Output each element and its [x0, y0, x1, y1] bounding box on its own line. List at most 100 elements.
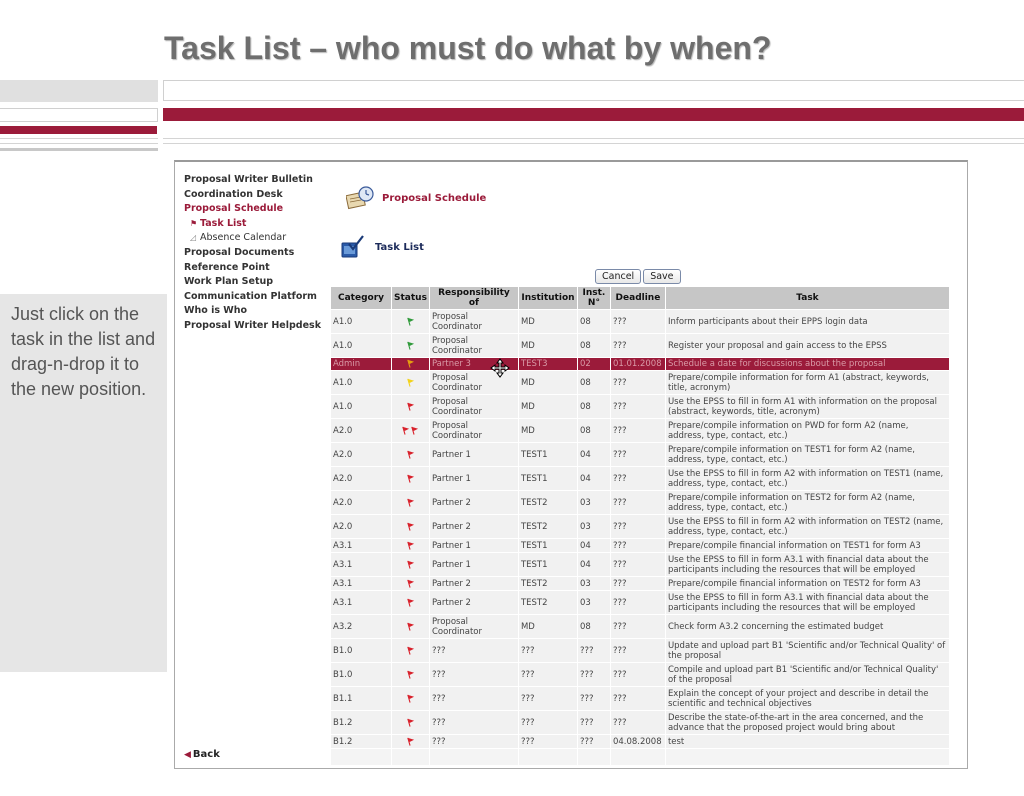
status-flag-icon — [406, 450, 415, 460]
status-flag-icon — [406, 598, 415, 608]
column-header[interactable]: Institution — [518, 287, 577, 309]
task-row[interactable]: A1.0 Proposal Coordinator MD 08??? Prepare/c… — [331, 371, 949, 394]
task-row[interactable]: A3.1 Partner 2 TEST2 03??? Use the EPSS to f… — [331, 591, 949, 614]
sidebar-item[interactable]: Communication Platform — [184, 290, 321, 305]
column-header[interactable]: Category — [331, 287, 391, 309]
task-row[interactable]: A1.0 Proposal Coordinator MD 08??? Inform pa… — [331, 310, 949, 333]
task-row[interactable]: A2.0 Proposal Coordinator MD 08??? Prepare/c… — [331, 419, 949, 442]
column-header[interactable]: Status — [392, 287, 429, 309]
status-cell — [392, 735, 429, 748]
task-row[interactable]: A3.1 Partner 1 TEST1 04??? Use the EPSS to f… — [331, 553, 949, 576]
sidebar-item-label: Absence Calendar — [200, 232, 287, 244]
cell-category: A2.0 — [331, 467, 391, 490]
status-cell — [392, 491, 429, 514]
cell-resp: Proposal Coordinator — [429, 615, 518, 638]
save-button[interactable]: Save — [643, 269, 681, 284]
sidebar-item[interactable]: Proposal Writer Bulletin — [184, 173, 321, 188]
status-flag-icon — [406, 498, 415, 508]
back-arrow-icon: ◀ — [184, 750, 191, 760]
checklist-icon — [341, 235, 364, 258]
cell-inst: ??? — [518, 735, 577, 748]
sidebar-item-label: Proposal Documents — [184, 246, 295, 258]
decor-accent-bar — [0, 126, 157, 134]
task-row[interactable]: B1.0???????????? Update and upload part B… — [331, 639, 949, 662]
sidebar-item[interactable]: Coordination Desk — [184, 188, 321, 203]
back-link[interactable]: ◀ Back — [184, 749, 220, 760]
cell-deadline: ??? — [610, 539, 665, 552]
status-flag-icon — [406, 317, 415, 327]
status-cell — [392, 358, 429, 370]
cell-deadline: ??? — [610, 711, 665, 734]
decor-line — [163, 138, 1024, 139]
cell-category: B1.0 — [331, 663, 391, 686]
task-row[interactable]: A1.0 Proposal Coordinator MD 08??? Use the E… — [331, 395, 949, 418]
status-cell — [392, 687, 429, 710]
cell-deadline: ??? — [610, 371, 665, 394]
sidebar-item[interactable]: Who is Who — [184, 304, 321, 319]
cell-task: Update and upload part B1 'Scientific an… — [665, 639, 949, 662]
column-header[interactable]: Task — [665, 287, 949, 309]
task-row[interactable]: A3.1 Partner 1 TEST1 04??? Prepare/compile f… — [331, 539, 949, 552]
sidebar-item[interactable]: ⚑ Task List — [184, 217, 321, 232]
task-row-selected[interactable]: Admin Partner 3 TEST3 02 01.01.2008 Schedule … — [331, 358, 949, 370]
decor-accent-bar — [163, 108, 1024, 121]
cell-deadline: ??? — [610, 577, 665, 590]
task-row[interactable]: A2.0 Partner 2 TEST2 03??? Prepare/compile i… — [331, 491, 949, 514]
status-cell — [392, 371, 429, 394]
status-cell — [392, 395, 429, 418]
cell-task: Prepare/compile information on TEST1 for… — [665, 443, 949, 466]
sidebar-item[interactable]: Work Plan Setup — [184, 275, 321, 290]
cell-category: A3.2 — [331, 615, 391, 638]
cell-inst: MD — [518, 310, 577, 333]
sidebar-item[interactable]: Reference Point — [184, 261, 321, 276]
sidebar-item[interactable]: Proposal Documents — [184, 246, 321, 261]
task-row[interactable]: A2.0 Partner 1 TEST1 04??? Use the EPSS to f… — [331, 467, 949, 490]
task-row[interactable]: A1.0 Proposal Coordinator MD 08??? Register … — [331, 334, 949, 357]
task-row[interactable]: B1.2???????????? Describe the state-of-th… — [331, 711, 949, 734]
sidebar-item-label: Proposal Writer Bulletin — [184, 174, 313, 185]
status-cell — [392, 467, 429, 490]
cell-resp: ??? — [429, 663, 518, 686]
form-actions: Cancel Save — [595, 269, 681, 284]
cell-inst: MD — [518, 334, 577, 357]
cell-resp: Partner 2 — [429, 591, 518, 614]
task-list-heading: Task List — [341, 235, 424, 259]
column-header[interactable]: Responsibility of — [429, 287, 518, 309]
cell-task: Check form A3.2 concerning the estimated… — [665, 615, 949, 638]
cell-task: Describe the state-of-the-art in the are… — [665, 711, 949, 734]
sidebar-item-label: Who is Who — [184, 305, 248, 317]
sidebar-item[interactable]: ◿ Absence Calendar — [184, 231, 321, 246]
cell-inst: MD — [518, 615, 577, 638]
cell-resp: Proposal Coordinator — [429, 419, 518, 442]
cell-inst: TEST2 — [518, 591, 577, 614]
cell-deadline: ??? — [610, 591, 665, 614]
task-row[interactable]: B1.0???????????? Compile and upload part … — [331, 663, 949, 686]
sidebar-item[interactable]: Proposal Writer Helpdesk — [184, 319, 321, 334]
cell-resp: ??? — [429, 711, 518, 734]
cell-deadline: ??? — [610, 687, 665, 710]
decor-line — [163, 143, 1024, 144]
cell-category: A3.1 — [331, 577, 391, 590]
cell-category: A2.0 — [331, 491, 391, 514]
task-row[interactable]: A3.2 Proposal Coordinator MD 08??? Check for… — [331, 615, 949, 638]
task-row[interactable]: B1.2????????? 04.08.2008 test — [331, 735, 949, 748]
task-row[interactable]: A2.0 Partner 2 TEST2 03??? Use the EPSS to f… — [331, 515, 949, 538]
decor-line — [0, 143, 158, 144]
status-flag-icon — [401, 426, 419, 436]
slide-title: Task List – who must do what by when? — [164, 30, 772, 66]
column-header[interactable]: Inst. N° — [577, 287, 610, 309]
sidebar-item[interactable]: Proposal Schedule — [184, 202, 321, 217]
cell-inst: TEST1 — [518, 553, 577, 576]
status-flag-icon — [406, 718, 415, 728]
cell-resp: ??? — [429, 639, 518, 662]
cancel-button[interactable]: Cancel — [595, 269, 642, 284]
task-row[interactable]: B1.1???????????? Explain the concept of y… — [331, 687, 949, 710]
task-row[interactable]: A2.0 Partner 1 TEST1 04??? Prepare/compile i… — [331, 443, 949, 466]
column-header[interactable]: Deadline — [610, 287, 665, 309]
cell-num: 03 — [577, 577, 610, 590]
cell-deadline: 01.01.2008 — [610, 358, 665, 370]
decor-box — [163, 80, 1024, 101]
cell-resp: ??? — [429, 687, 518, 710]
cell-category: A1.0 — [331, 310, 391, 333]
task-row[interactable]: A3.1 Partner 2 TEST2 03??? Prepare/compile f… — [331, 577, 949, 590]
